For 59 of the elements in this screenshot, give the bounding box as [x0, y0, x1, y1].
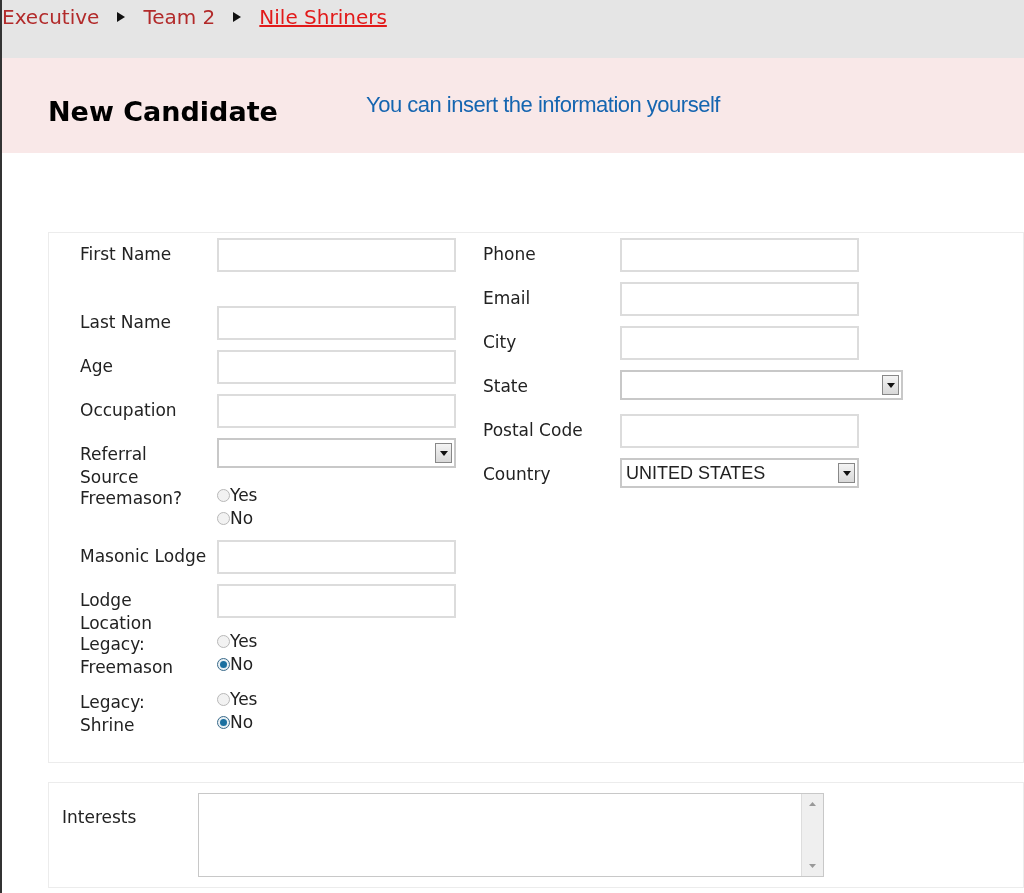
chevron-right-icon [233, 12, 242, 22]
text-field[interactable] [217, 238, 456, 272]
field-label: Freemason? [80, 487, 184, 510]
field-label: Referral Source [80, 443, 148, 489]
scroll-up-icon[interactable] [809, 802, 816, 806]
caret-icon [439, 450, 448, 456]
field-label: Interests [62, 806, 138, 829]
field-label: Postal Code [483, 419, 584, 442]
text-field[interactable] [217, 350, 456, 384]
chevron-right-icon [117, 12, 126, 22]
breadcrumb-link[interactable]: Executive [2, 2, 100, 32]
text-field[interactable] [620, 282, 859, 316]
breadcrumb-link[interactable]: Team 2 [143, 2, 216, 32]
radio-button[interactable] [217, 716, 230, 729]
text-field[interactable] [217, 306, 456, 340]
info-note: You can insert the information yourself [366, 91, 720, 119]
radio-label: No [230, 506, 254, 530]
field-label: Legacy: Freemason [80, 633, 175, 679]
scrollbar[interactable] [801, 794, 823, 876]
radio-label: Yes [230, 629, 258, 653]
radio-label: No [230, 652, 254, 676]
field-label: First Name [80, 243, 173, 266]
radio-button[interactable] [217, 512, 230, 525]
dropdown-arrow-button[interactable] [435, 443, 452, 463]
field-label: Legacy: Shrine [80, 691, 146, 737]
field-label: State [483, 375, 529, 398]
radio-label: Yes [230, 687, 258, 711]
select-field[interactable] [217, 438, 456, 468]
scroll-down-icon[interactable] [809, 864, 816, 868]
field-label: Country [483, 463, 552, 486]
breadcrumb-link[interactable]: Nile Shriners [259, 2, 387, 32]
text-field[interactable] [217, 394, 456, 428]
radio-button[interactable] [217, 635, 230, 648]
page-title: New Candidate [48, 95, 279, 129]
caret-icon [886, 382, 895, 388]
radio-label: No [230, 710, 254, 734]
country-select[interactable]: UNITED STATES [620, 458, 859, 488]
field-label: Age [80, 355, 114, 378]
field-label: Last Name [80, 311, 172, 334]
field-label: Email [483, 287, 532, 310]
dropdown-arrow-button[interactable] [882, 375, 899, 395]
field-label: Occupation [80, 399, 178, 422]
interests-textarea[interactable] [198, 793, 824, 877]
radio-label: Yes [230, 483, 258, 507]
text-field[interactable] [620, 414, 859, 448]
text-field[interactable] [217, 540, 456, 574]
field-label: Masonic Lodge [80, 545, 208, 568]
field-label: Lodge Location [80, 589, 153, 635]
dropdown-arrow-button[interactable] [838, 463, 855, 483]
select-field[interactable] [620, 370, 903, 400]
text-field[interactable] [620, 326, 859, 360]
field-label: Phone [483, 243, 537, 266]
radio-button[interactable] [217, 489, 230, 502]
field-label: City [483, 331, 518, 354]
caret-icon [842, 470, 851, 476]
radio-button[interactable] [217, 693, 230, 706]
text-field[interactable] [620, 238, 859, 272]
radio-button[interactable] [217, 658, 230, 671]
text-field[interactable] [217, 584, 456, 618]
